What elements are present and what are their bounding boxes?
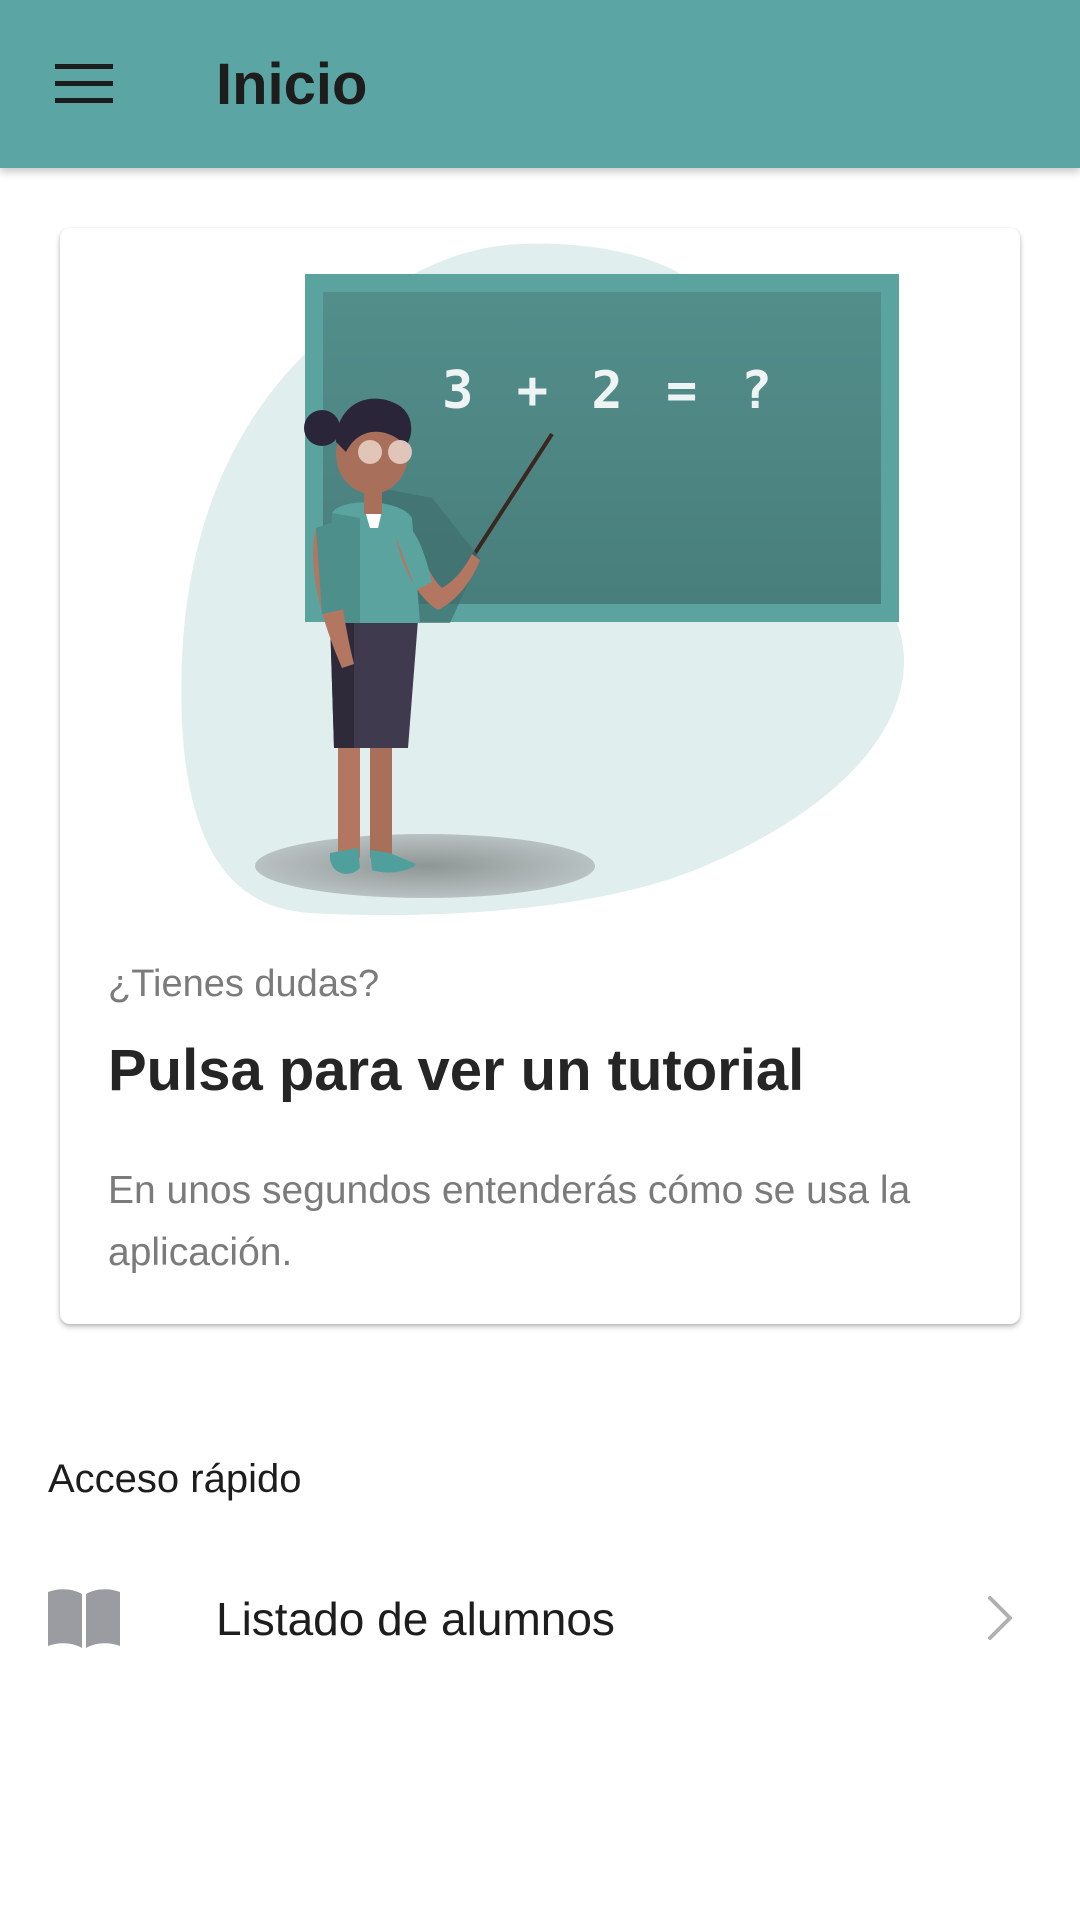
book-icon [48,1589,120,1648]
tutorial-card[interactable]: 3 + 2 = ? ¿Tienes dudas? Pulsa para ver … [60,228,1020,1324]
page-title: Inicio [216,52,368,117]
quick-access-heading: Acceso rápido [48,1457,302,1501]
menu-icon [55,64,113,103]
floor-shadow [255,834,595,898]
menu-button[interactable] [44,48,124,120]
list-item-label: Listado de alumnos [216,1593,615,1645]
card-title: Pulsa para ver un tutorial [108,1038,805,1103]
list-item-student-list[interactable]: Listado de alumnos [0,1560,1080,1676]
chevron-right-icon [988,1596,1012,1640]
card-description: En unos segundos entenderás cómo se usa … [108,1169,911,1274]
app-bar: Inicio [0,0,1080,168]
card-overline: ¿Tienes dudas? [108,963,380,1005]
chalkboard-equation: 3 + 2 = ? [442,361,778,421]
teacher-illustration: 3 + 2 = ? [181,243,905,916]
